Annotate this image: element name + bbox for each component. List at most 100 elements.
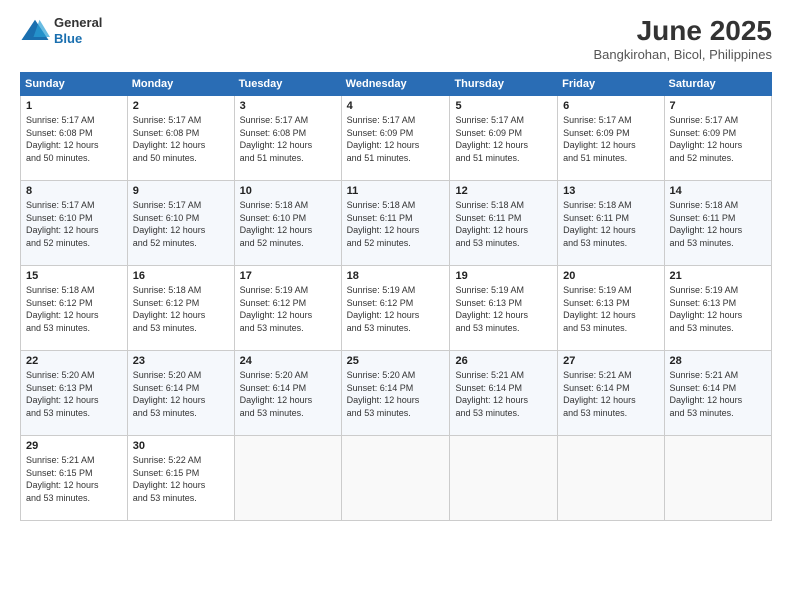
- day-info: Sunrise: 5:19 AM Sunset: 6:12 PM Dayligh…: [240, 284, 336, 334]
- day-number: 13: [563, 185, 658, 197]
- page-header: General Blue June 2025 Bangkirohan, Bico…: [20, 15, 772, 62]
- day-number: 19: [455, 270, 552, 282]
- calendar-table: SundayMondayTuesdayWednesdayThursdayFrid…: [20, 72, 772, 521]
- day-info: Sunrise: 5:21 AM Sunset: 6:15 PM Dayligh…: [26, 454, 122, 504]
- day-number: 20: [563, 270, 658, 282]
- day-info: Sunrise: 5:18 AM Sunset: 6:11 PM Dayligh…: [670, 199, 766, 249]
- day-number: 2: [133, 100, 229, 112]
- calendar-cell: 14 Sunrise: 5:18 AM Sunset: 6:11 PM Dayli…: [664, 181, 771, 266]
- day-number: 8: [26, 185, 122, 197]
- day-info: Sunrise: 5:18 AM Sunset: 6:10 PM Dayligh…: [240, 199, 336, 249]
- calendar-cell: 23Sunrise: 5:20 AM Sunset: 6:14 PM Dayli…: [127, 351, 234, 436]
- day-info: Sunrise: 5:20 AM Sunset: 6:13 PM Dayligh…: [26, 369, 122, 419]
- calendar-cell: [234, 436, 341, 521]
- day-info: Sunrise: 5:18 AM Sunset: 6:12 PM Dayligh…: [26, 284, 122, 334]
- day-info: Sunrise: 5:19 AM Sunset: 6:12 PM Dayligh…: [347, 284, 445, 334]
- day-number: 12: [455, 185, 552, 197]
- day-number: 6: [563, 100, 658, 112]
- calendar-cell: 17 Sunrise: 5:19 AM Sunset: 6:12 PM Dayli…: [234, 266, 341, 351]
- day-info: Sunrise: 5:17 AM Sunset: 6:09 PM Dayligh…: [670, 114, 766, 164]
- day-number: 1: [26, 100, 122, 112]
- calendar-cell: [341, 436, 450, 521]
- calendar-cell: 11Sunrise: 5:18 AM Sunset: 6:11 PM Dayli…: [341, 181, 450, 266]
- day-info: Sunrise: 5:17 AM Sunset: 6:09 PM Dayligh…: [563, 114, 658, 164]
- calendar-cell: 12Sunrise: 5:18 AM Sunset: 6:11 PM Dayli…: [450, 181, 558, 266]
- calendar-cell: 25 Sunrise: 5:20 AM Sunset: 6:14 PM Dayli…: [341, 351, 450, 436]
- day-info: Sunrise: 5:21 AM Sunset: 6:14 PM Dayligh…: [455, 369, 552, 419]
- day-info: Sunrise: 5:17 AM Sunset: 6:10 PM Dayligh…: [133, 199, 229, 249]
- weekday-header: Saturday: [664, 73, 771, 96]
- day-number: 17: [240, 270, 336, 282]
- logo-blue-text: Blue: [54, 31, 102, 47]
- day-info: Sunrise: 5:17 AM Sunset: 6:10 PM Dayligh…: [26, 199, 122, 249]
- day-number: 27: [563, 355, 658, 367]
- calendar-cell: [450, 436, 558, 521]
- day-number: 25: [347, 355, 445, 367]
- calendar-cell: 16 Sunrise: 5:18 AM Sunset: 6:12 PM Dayli…: [127, 266, 234, 351]
- calendar-cell: 1 Sunrise: 5:17 AM Sunset: 6:08 PM Daylig…: [21, 96, 128, 181]
- location: Bangkirohan, Bicol, Philippines: [594, 47, 773, 62]
- day-number: 23: [133, 355, 229, 367]
- day-number: 4: [347, 100, 445, 112]
- calendar-cell: 26Sunrise: 5:21 AM Sunset: 6:14 PM Dayli…: [450, 351, 558, 436]
- calendar-cell: 4 Sunrise: 5:17 AM Sunset: 6:09 PM Daylig…: [341, 96, 450, 181]
- logo: General Blue: [20, 15, 102, 46]
- weekday-header: Thursday: [450, 73, 558, 96]
- day-info: Sunrise: 5:17 AM Sunset: 6:08 PM Dayligh…: [26, 114, 122, 164]
- day-number: 3: [240, 100, 336, 112]
- calendar-cell: 29 Sunrise: 5:21 AM Sunset: 6:15 PM Dayli…: [21, 436, 128, 521]
- calendar-cell: 5Sunrise: 5:17 AM Sunset: 6:09 PM Daylig…: [450, 96, 558, 181]
- day-info: Sunrise: 5:19 AM Sunset: 6:13 PM Dayligh…: [563, 284, 658, 334]
- day-number: 7: [670, 100, 766, 112]
- weekday-header: Friday: [558, 73, 664, 96]
- calendar-cell: 24 Sunrise: 5:20 AM Sunset: 6:14 PM Dayli…: [234, 351, 341, 436]
- day-number: 18: [347, 270, 445, 282]
- day-number: 21: [670, 270, 766, 282]
- weekday-header: Tuesday: [234, 73, 341, 96]
- weekday-header-row: SundayMondayTuesdayWednesdayThursdayFrid…: [21, 73, 772, 96]
- day-info: Sunrise: 5:21 AM Sunset: 6:14 PM Dayligh…: [670, 369, 766, 419]
- calendar-week-row: 15 Sunrise: 5:18 AM Sunset: 6:12 PM Dayli…: [21, 266, 772, 351]
- calendar-cell: 9 Sunrise: 5:17 AM Sunset: 6:10 PM Daylig…: [127, 181, 234, 266]
- day-info: Sunrise: 5:17 AM Sunset: 6:09 PM Dayligh…: [347, 114, 445, 164]
- calendar-cell: [664, 436, 771, 521]
- calendar-cell: 28 Sunrise: 5:21 AM Sunset: 6:14 PM Dayli…: [664, 351, 771, 436]
- calendar-body: 1 Sunrise: 5:17 AM Sunset: 6:08 PM Daylig…: [21, 96, 772, 521]
- day-info: Sunrise: 5:19 AM Sunset: 6:13 PM Dayligh…: [670, 284, 766, 334]
- logo-general-text: General: [54, 15, 102, 31]
- day-number: 28: [670, 355, 766, 367]
- day-number: 11: [347, 185, 445, 197]
- weekday-header: Wednesday: [341, 73, 450, 96]
- day-number: 10: [240, 185, 336, 197]
- calendar-cell: [558, 436, 664, 521]
- day-info: Sunrise: 5:19 AM Sunset: 6:13 PM Dayligh…: [455, 284, 552, 334]
- day-number: 29: [26, 440, 122, 452]
- calendar-week-row: 22Sunrise: 5:20 AM Sunset: 6:13 PM Dayli…: [21, 351, 772, 436]
- day-info: Sunrise: 5:17 AM Sunset: 6:08 PM Dayligh…: [240, 114, 336, 164]
- calendar-week-row: 8 Sunrise: 5:17 AM Sunset: 6:10 PM Daylig…: [21, 181, 772, 266]
- day-info: Sunrise: 5:20 AM Sunset: 6:14 PM Dayligh…: [240, 369, 336, 419]
- calendar-cell: 13 Sunrise: 5:18 AM Sunset: 6:11 PM Dayli…: [558, 181, 664, 266]
- day-info: Sunrise: 5:21 AM Sunset: 6:14 PM Dayligh…: [563, 369, 658, 419]
- calendar-cell: 18 Sunrise: 5:19 AM Sunset: 6:12 PM Dayli…: [341, 266, 450, 351]
- weekday-header: Sunday: [21, 73, 128, 96]
- calendar-cell: 15 Sunrise: 5:18 AM Sunset: 6:12 PM Dayli…: [21, 266, 128, 351]
- logo-icon: [20, 16, 50, 46]
- day-number: 24: [240, 355, 336, 367]
- day-number: 16: [133, 270, 229, 282]
- calendar-cell: 10 Sunrise: 5:18 AM Sunset: 6:10 PM Dayli…: [234, 181, 341, 266]
- day-number: 9: [133, 185, 229, 197]
- day-number: 15: [26, 270, 122, 282]
- day-number: 14: [670, 185, 766, 197]
- calendar-week-row: 1 Sunrise: 5:17 AM Sunset: 6:08 PM Daylig…: [21, 96, 772, 181]
- day-info: Sunrise: 5:20 AM Sunset: 6:14 PM Dayligh…: [347, 369, 445, 419]
- calendar-cell: 7 Sunrise: 5:17 AM Sunset: 6:09 PM Daylig…: [664, 96, 771, 181]
- day-number: 30: [133, 440, 229, 452]
- calendar-cell: 8 Sunrise: 5:17 AM Sunset: 6:10 PM Daylig…: [21, 181, 128, 266]
- calendar-cell: 19 Sunrise: 5:19 AM Sunset: 6:13 PM Dayli…: [450, 266, 558, 351]
- day-info: Sunrise: 5:18 AM Sunset: 6:12 PM Dayligh…: [133, 284, 229, 334]
- day-info: Sunrise: 5:18 AM Sunset: 6:11 PM Dayligh…: [563, 199, 658, 249]
- day-number: 5: [455, 100, 552, 112]
- weekday-header: Monday: [127, 73, 234, 96]
- title-block: June 2025 Bangkirohan, Bicol, Philippine…: [594, 15, 773, 62]
